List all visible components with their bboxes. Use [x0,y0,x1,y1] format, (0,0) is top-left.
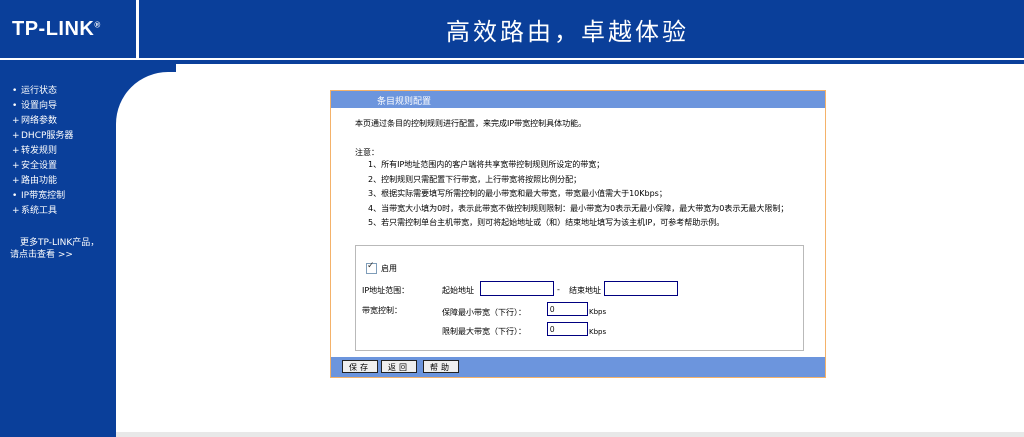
note-item: 2、控制规则只需配置下行带宽，上行带宽将按照比例分配； [368,174,582,184]
dot-icon: • [12,86,18,96]
plus-icon: + [12,206,20,216]
end-ip-input[interactable] [604,281,678,296]
sidebar-item-routing[interactable]: +路由功能 [12,174,73,189]
sidebar-item-status[interactable]: • 运行状态 [12,84,73,99]
panel-header: 条目规则配置 [331,91,825,108]
dot-icon: • [12,101,18,111]
bandwidth-label: 带宽控制： [362,306,402,315]
sidebar-item-security[interactable]: +安全设置 [12,159,73,174]
rule-config-panel: 条目规则配置 本页通过条目的控制规则进行配置，来完成IP带宽控制具体功能。 注意… [330,90,826,378]
enable-label: 启用 [381,264,397,273]
note-item: 5、若只需控制单台主机带宽，则可将起始地址或（和）结束地址填写为该主机IP，可参… [368,218,725,227]
min-bandwidth-label: 保障最小带宽（下行）： [442,308,526,317]
enable-checkbox[interactable] [366,261,377,274]
notes-list: 1、所有IP地址范围内的客户端将共享宽带控制规则所设定的带宽； 2、控制规则只需… [368,158,808,231]
max-bandwidth-input[interactable] [547,322,588,336]
sidebar-item-network[interactable]: +网络参数 [12,114,73,129]
note-item: 3、根据实际需要填写所需控制的最小带宽和最大带宽，带宽最小值需大于10Kbps； [368,189,667,198]
tp-link-logo: TP-LINK® [12,18,101,40]
note-title: 注意： [355,148,379,157]
ip-range-label: IP地址范围： [362,286,410,295]
plus-icon: + [12,161,20,171]
start-address-label: 起始地址 [442,286,474,295]
plus-icon: + [12,116,20,126]
intro-text: 本页通过条目的控制规则进行配置，来完成IP带宽控制具体功能。 [355,119,587,128]
content-corner [116,72,236,192]
note-item: 1、所有IP地址范围内的客户端将共享宽带控制规则所设定的带宽； [368,160,605,169]
panel-title: 条目规则配置 [377,97,432,107]
start-ip-input[interactable] [480,281,554,296]
settings-box: 启用 IP地址范围： 起始地址 - 结束地址 带宽控制： 保障最小带宽（下行）：… [355,245,804,351]
dot-icon: • [12,191,18,201]
sidebar-item-dhcp[interactable]: +DHCP服务器 [12,129,73,144]
save-button[interactable]: 保存 [342,360,378,373]
sidebar-item-bandwidth[interactable]: • IP带宽控制 [12,189,73,204]
range-separator: - [557,285,560,294]
sidebar-item-forwarding[interactable]: +转发规则 [12,144,73,159]
bottom-strip [116,432,1024,437]
plus-icon: + [12,176,20,186]
note-item: 4、当带宽大小填为0时，表示此带宽不做控制规则限制：最小带宽为0表示无最小保障，… [368,203,789,213]
slogan-text: 高效路由，卓越体验 [446,18,689,46]
enable-row: 启用 [366,261,397,274]
min-bandwidth-input[interactable] [547,302,588,316]
more-products-link[interactable]: 更多TP-LINK产品， 请点击查看 >> [10,237,99,261]
max-bandwidth-unit: Kbps [589,328,607,336]
max-bandwidth-label: 限制最大带宽（下行）： [442,327,526,336]
back-button[interactable]: 返回 [381,360,417,373]
sidebar-item-wizard[interactable]: • 设置向导 [12,99,73,114]
top-banner: TP-LINK® 高效路由，卓越体验 [0,0,1024,60]
plus-icon: + [12,146,20,156]
sidebar-menu: • 运行状态 • 设置向导 +网络参数 +DHCP服务器 +转发规则 +安全设置 +… [12,84,73,219]
logo-container: TP-LINK® [0,0,139,58]
button-bar: 保存 返回 帮助 [331,357,825,377]
end-address-label: 结束地址 [569,286,601,295]
sidebar-item-system-tools[interactable]: +系统工具 [12,204,73,219]
help-button[interactable]: 帮助 [423,360,459,373]
min-bandwidth-unit: Kbps [589,308,607,316]
plus-icon: + [12,131,20,141]
